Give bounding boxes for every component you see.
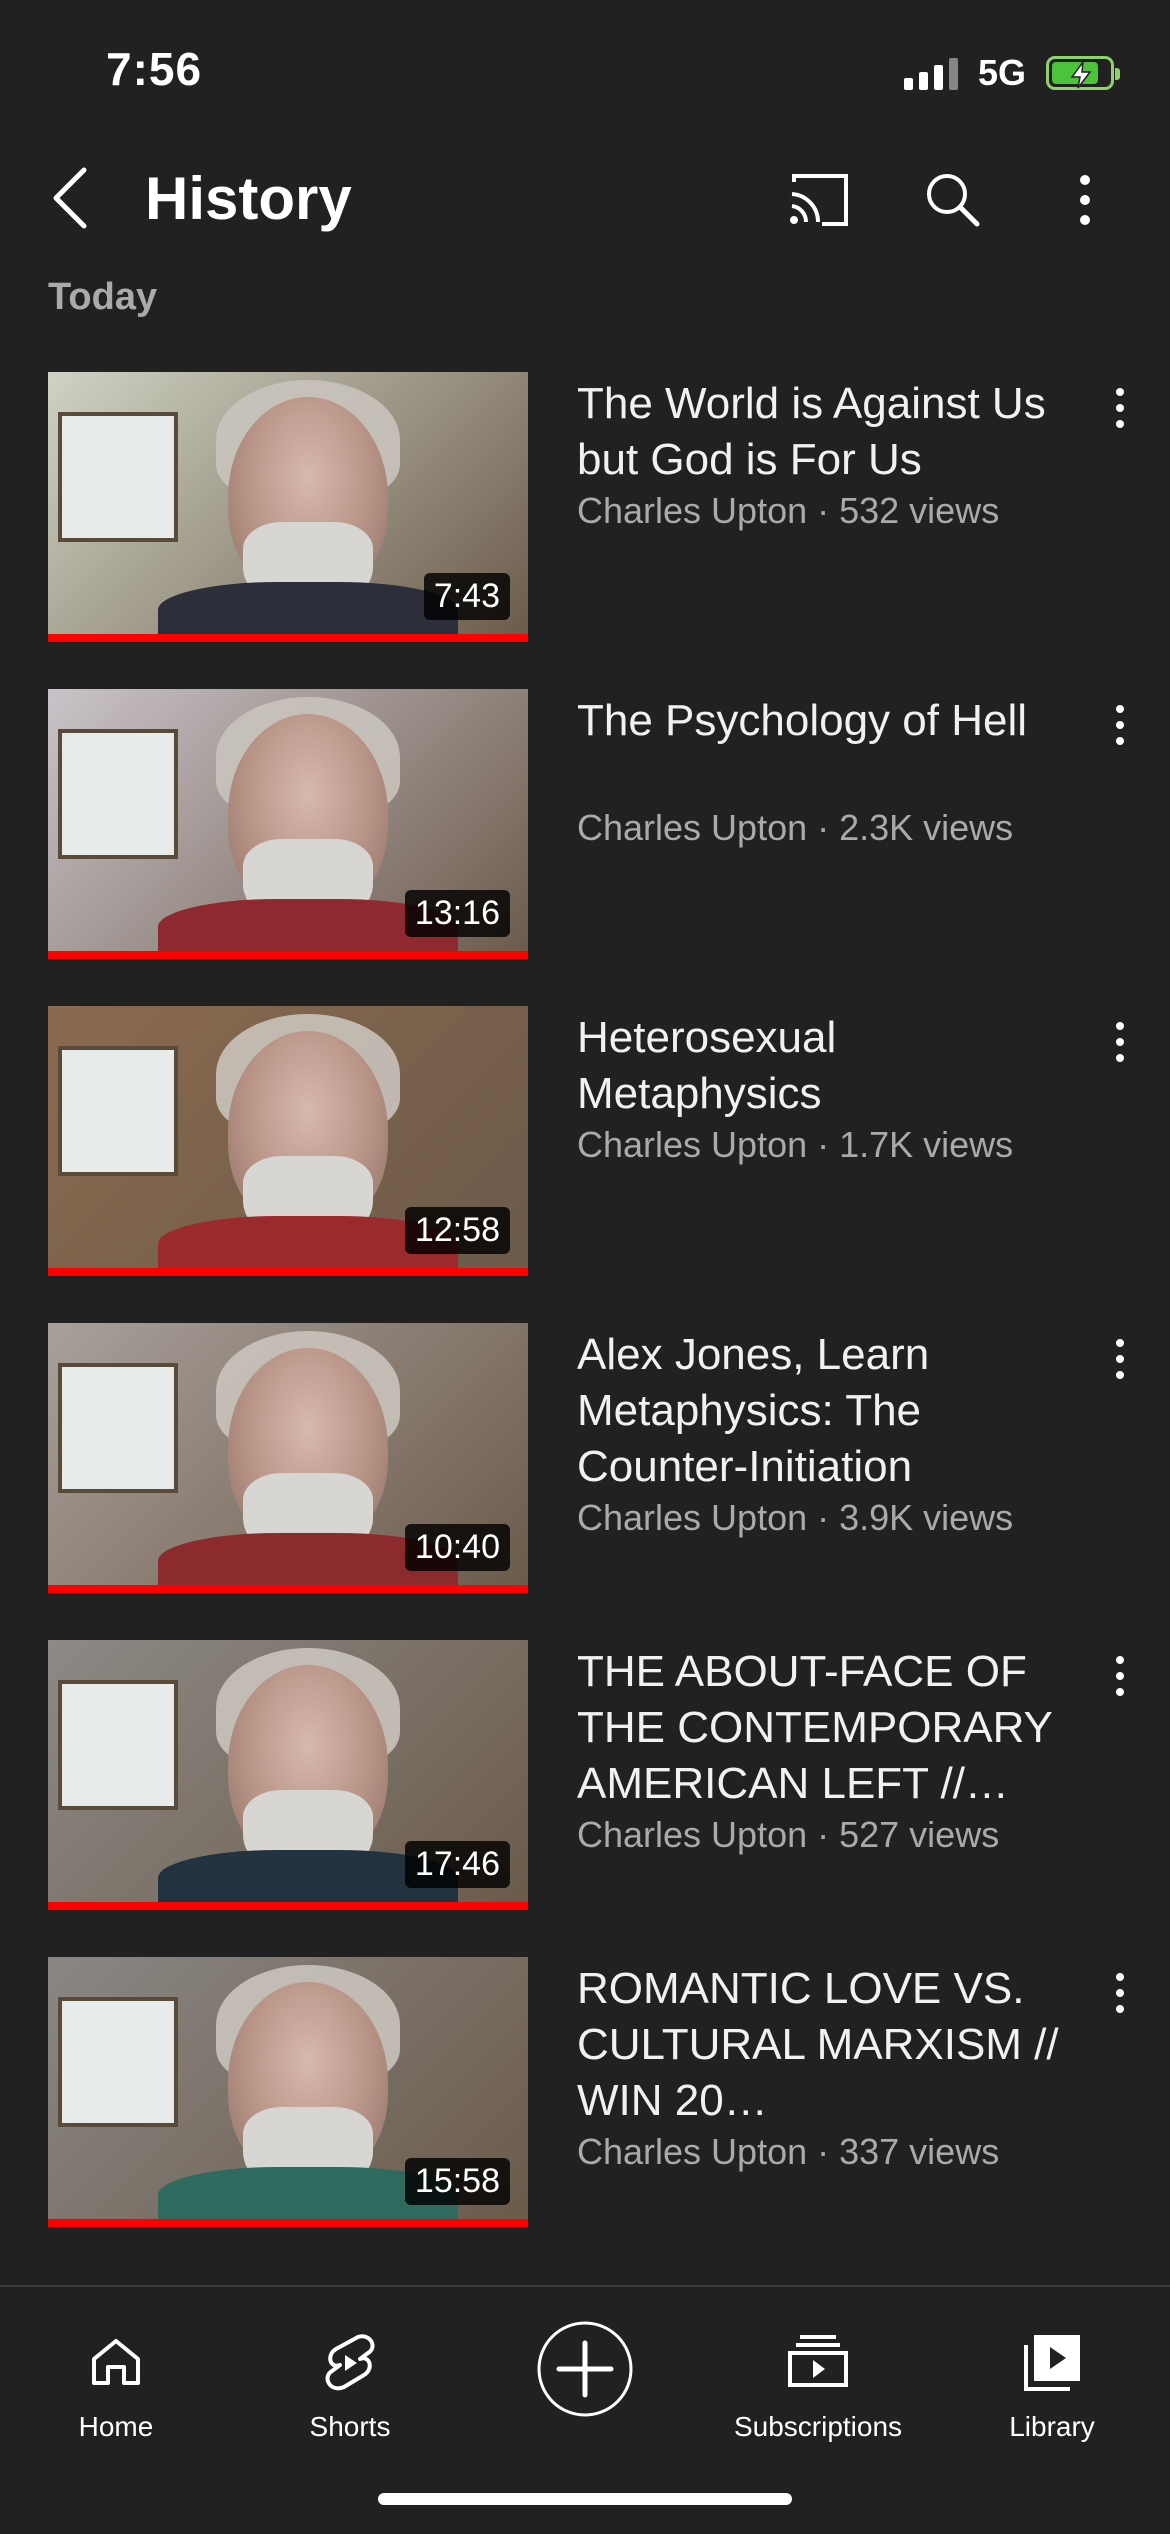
video-more-button[interactable]: [1100, 695, 1140, 755]
watch-progress-bar: [48, 2219, 528, 2227]
cast-icon: [790, 174, 848, 226]
video-duration: 12:58: [404, 1207, 510, 1254]
nav-create[interactable]: [485, 2315, 685, 2445]
video-title[interactable]: THE ABOUT-FACE OF THE CONTEMPORARY AMERI…: [577, 1644, 1067, 1812]
thumbnail-window: [58, 1046, 178, 1176]
video-item[interactable]: 17:46 THE ABOUT-FACE OF THE CONTEMPORARY…: [0, 1640, 1170, 1910]
create-plus-icon: [537, 2321, 633, 2417]
nav-shorts[interactable]: Shorts: [250, 2315, 450, 2445]
video-thumbnail[interactable]: 7:43: [48, 372, 528, 642]
video-duration: 10:40: [404, 1524, 510, 1571]
video-meta: Charles Upton · 2.3K views: [577, 807, 1014, 848]
more-vert-icon: [1116, 1656, 1124, 1696]
more-vert-icon: [1116, 1022, 1124, 1062]
video-more-button[interactable]: [1100, 378, 1140, 438]
watch-progress-bar: [48, 1585, 528, 1593]
cast-button[interactable]: [785, 168, 855, 232]
video-item[interactable]: 10:40 Alex Jones, Learn Metaphysics: The…: [0, 1323, 1170, 1593]
video-meta: Charles Upton · 527 views: [577, 1814, 1000, 1855]
more-vert-icon: [1116, 388, 1124, 428]
video-more-button[interactable]: [1100, 1329, 1140, 1389]
video-more-button[interactable]: [1100, 1646, 1140, 1706]
shorts-icon: [325, 2334, 375, 2391]
page-title: History: [145, 165, 352, 232]
search-button[interactable]: [918, 168, 988, 232]
home-indicator: [378, 2493, 792, 2505]
video-title[interactable]: The Psychology of Hell: [577, 693, 1067, 749]
watch-progress-bar: [48, 1268, 528, 1276]
more-vert-icon: [1116, 1973, 1124, 2013]
nav-library-label: Library: [1009, 2411, 1095, 2442]
home-icon: [92, 2339, 140, 2385]
video-thumbnail[interactable]: 10:40: [48, 1323, 528, 1593]
library-icon: [1024, 2335, 1080, 2391]
video-item[interactable]: 12:58 Heterosexual Metaphysics Charles U…: [0, 1006, 1170, 1276]
nav-subscriptions[interactable]: Subscriptions: [718, 2315, 918, 2445]
status-indicators: 5G: [903, 52, 1120, 94]
video-duration: 17:46: [404, 1841, 510, 1888]
more-vert-icon: [1116, 1339, 1124, 1379]
nav-library[interactable]: Library: [952, 2315, 1152, 2445]
video-duration: 15:58: [404, 2158, 510, 2205]
thumbnail-window: [58, 729, 178, 859]
video-meta: Charles Upton · 3.9K views: [577, 1497, 1014, 1538]
thumbnail-shirt: [158, 582, 458, 642]
video-title[interactable]: Alex Jones, Learn Metaphysics: The Count…: [577, 1327, 1067, 1495]
nav-shorts-label: Shorts: [309, 2411, 391, 2442]
more-options-button[interactable]: [1050, 168, 1120, 232]
watch-progress-bar: [48, 634, 528, 642]
more-vert-icon: [1080, 175, 1090, 225]
nav-home[interactable]: Home: [16, 2315, 216, 2445]
watch-progress-bar: [48, 1902, 528, 1910]
video-item[interactable]: 15:58 ROMANTIC LOVE VS. CULTURAL MARXISM…: [0, 1957, 1170, 2227]
video-thumbnail[interactable]: 13:16: [48, 689, 528, 959]
nav-home-label: Home: [78, 2411, 154, 2442]
signal-icon: [903, 56, 958, 90]
thumbnail-window: [58, 1363, 178, 1493]
back-arrow-icon: [53, 167, 87, 229]
battery-icon: [1046, 56, 1120, 90]
video-more-button[interactable]: [1100, 1012, 1140, 1072]
video-more-button[interactable]: [1100, 1963, 1140, 2023]
status-time: 7:56: [106, 43, 203, 95]
watch-progress-bar: [48, 951, 528, 959]
back-button[interactable]: [40, 162, 100, 234]
video-title[interactable]: The World is Against Us but God is For U…: [577, 376, 1067, 488]
more-vert-icon: [1116, 705, 1124, 745]
video-meta: Charles Upton · 532 views: [577, 490, 1000, 531]
video-item[interactable]: 7:43 The World is Against Us but God is …: [0, 372, 1170, 642]
video-thumbnail[interactable]: 15:58: [48, 1957, 528, 2227]
thumbnail-window: [58, 1680, 178, 1810]
video-title[interactable]: ROMANTIC LOVE VS. CULTURAL MARXISM // WI…: [577, 1961, 1067, 2129]
status-bar: 7:56 5G: [0, 0, 1170, 150]
video-thumbnail[interactable]: 17:46: [48, 1640, 528, 1910]
thumbnail-window: [58, 412, 178, 542]
video-meta: Charles Upton · 1.7K views: [577, 1124, 1014, 1165]
app-header: History: [0, 150, 1170, 250]
thumbnail-window: [58, 1997, 178, 2127]
video-thumbnail[interactable]: 12:58: [48, 1006, 528, 1276]
video-duration: 7:43: [423, 573, 510, 620]
section-header-today: Today: [48, 276, 158, 318]
video-title[interactable]: Heterosexual Metaphysics: [577, 1010, 1067, 1122]
network-type: 5G: [977, 52, 1026, 93]
search-icon: [927, 174, 980, 227]
video-meta: Charles Upton · 337 views: [577, 2131, 1000, 2172]
nav-subscriptions-label: Subscriptions: [733, 2411, 903, 2442]
video-item[interactable]: 13:16 The Psychology of Hell Charles Upt…: [0, 689, 1170, 959]
video-duration: 13:16: [404, 890, 510, 937]
subscriptions-icon: [788, 2335, 848, 2387]
